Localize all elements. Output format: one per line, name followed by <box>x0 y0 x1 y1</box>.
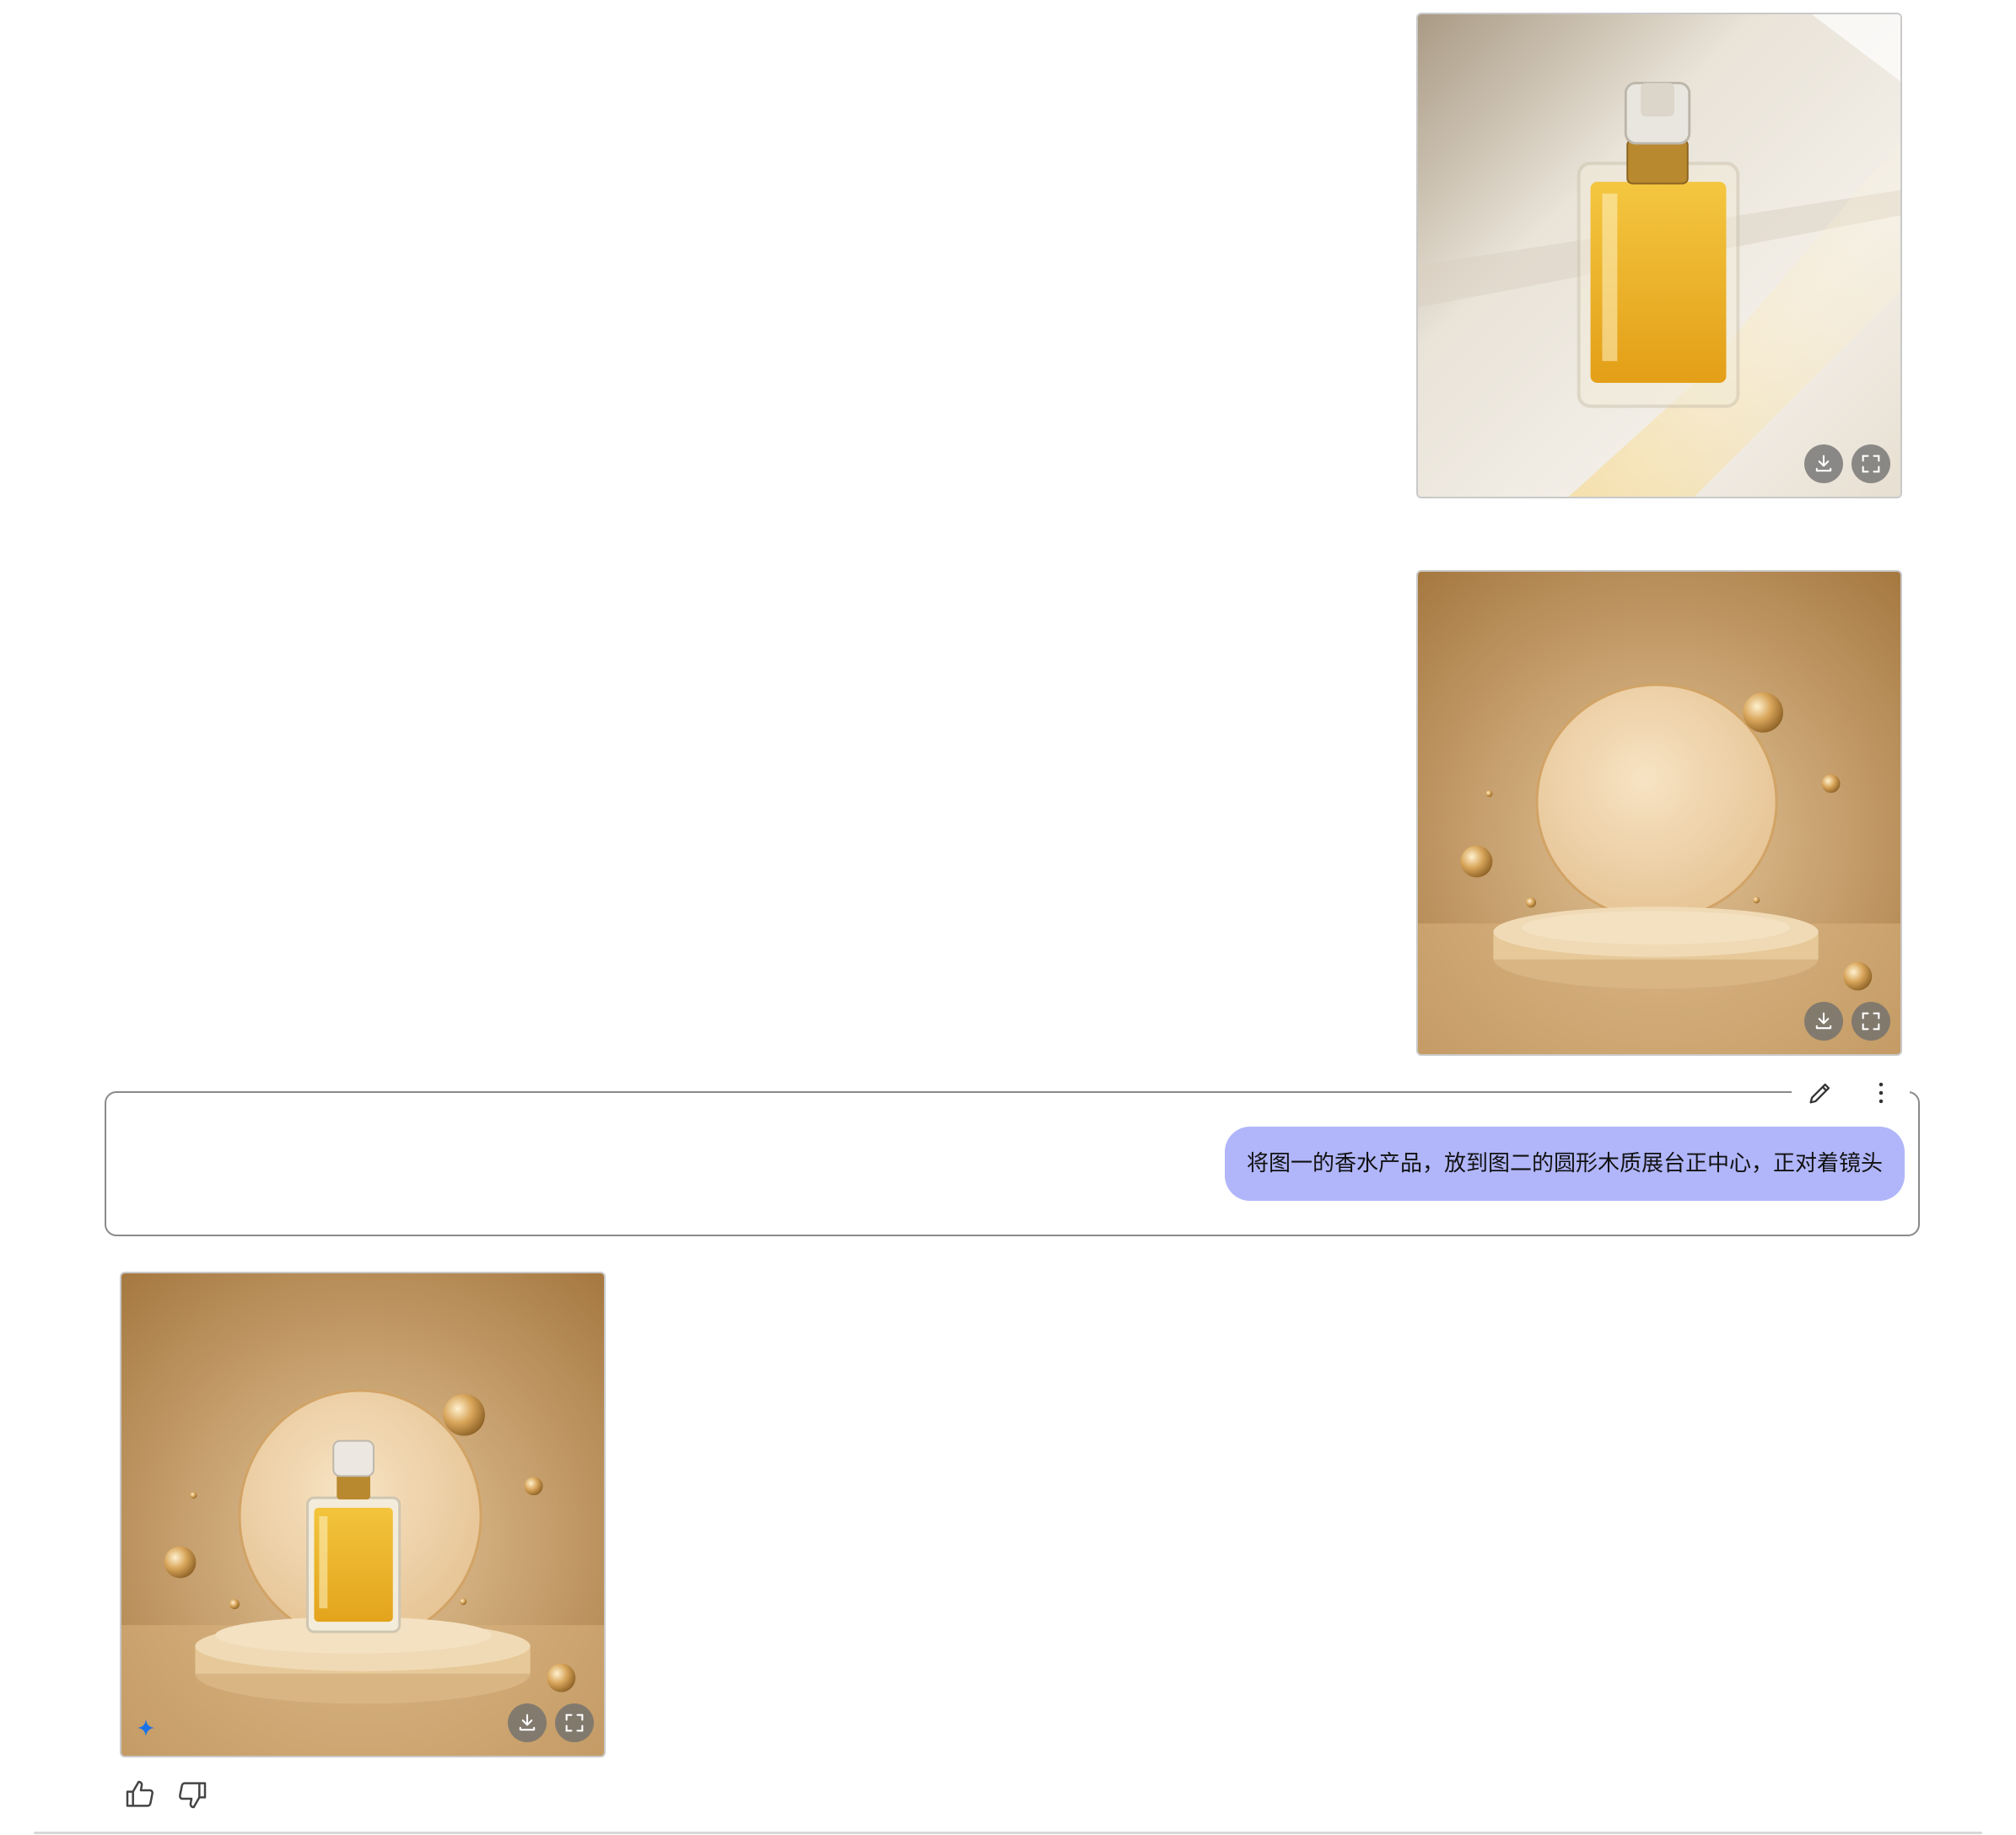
fullscreen-button[interactable] <box>555 1703 594 1742</box>
generated-photo <box>121 1273 604 1756</box>
edit-icon <box>1809 1083 1830 1104</box>
fullscreen-icon <box>1862 455 1880 473</box>
download-button[interactable] <box>1804 1002 1843 1041</box>
download-icon <box>1815 1012 1832 1030</box>
reference-image-perfume[interactable] <box>1416 13 1902 498</box>
edit-button[interactable] <box>1805 1078 1835 1108</box>
perfume-photo <box>1418 14 1900 497</box>
thumbs-down-icon <box>179 1782 207 1809</box>
message-toolbar <box>1792 1074 1910 1111</box>
fullscreen-button[interactable] <box>1852 1002 1890 1041</box>
chat-thread: 将图一的香水产品，放到图二的圆形木质展台正中心，正对着镜头 <box>0 0 2016 1835</box>
generated-image[interactable] <box>120 1272 606 1757</box>
thumbs-up-icon <box>126 1780 154 1807</box>
image-actions <box>1804 1002 1890 1041</box>
download-button[interactable] <box>508 1703 547 1742</box>
prompt-text: 将图一的香水产品，放到图二的圆形木质展台正中心，正对着镜头 <box>1224 1127 1905 1201</box>
fullscreen-button[interactable] <box>1852 444 1890 483</box>
response-feedback <box>123 1778 209 1811</box>
download-button[interactable] <box>1804 444 1843 483</box>
download-icon <box>1815 455 1832 472</box>
thumbs-up-button[interactable] <box>123 1778 157 1811</box>
thumbs-down-button[interactable] <box>175 1778 209 1811</box>
divider <box>34 1832 1982 1834</box>
podium-photo <box>1418 572 1900 1054</box>
fullscreen-icon <box>565 1714 584 1732</box>
user-message: 将图一的香水产品，放到图二的圆形木质展台正中心，正对着镜头 <box>105 1074 1920 1236</box>
more-vertical-icon <box>1879 1082 1884 1104</box>
more-options-button[interactable] <box>1866 1078 1896 1108</box>
sparkle-icon <box>137 1719 155 1737</box>
fullscreen-icon <box>1862 1012 1880 1031</box>
reference-image-podium[interactable] <box>1416 570 1902 1056</box>
image-actions <box>508 1703 594 1742</box>
download-icon <box>519 1714 536 1731</box>
image-actions <box>1804 444 1890 483</box>
